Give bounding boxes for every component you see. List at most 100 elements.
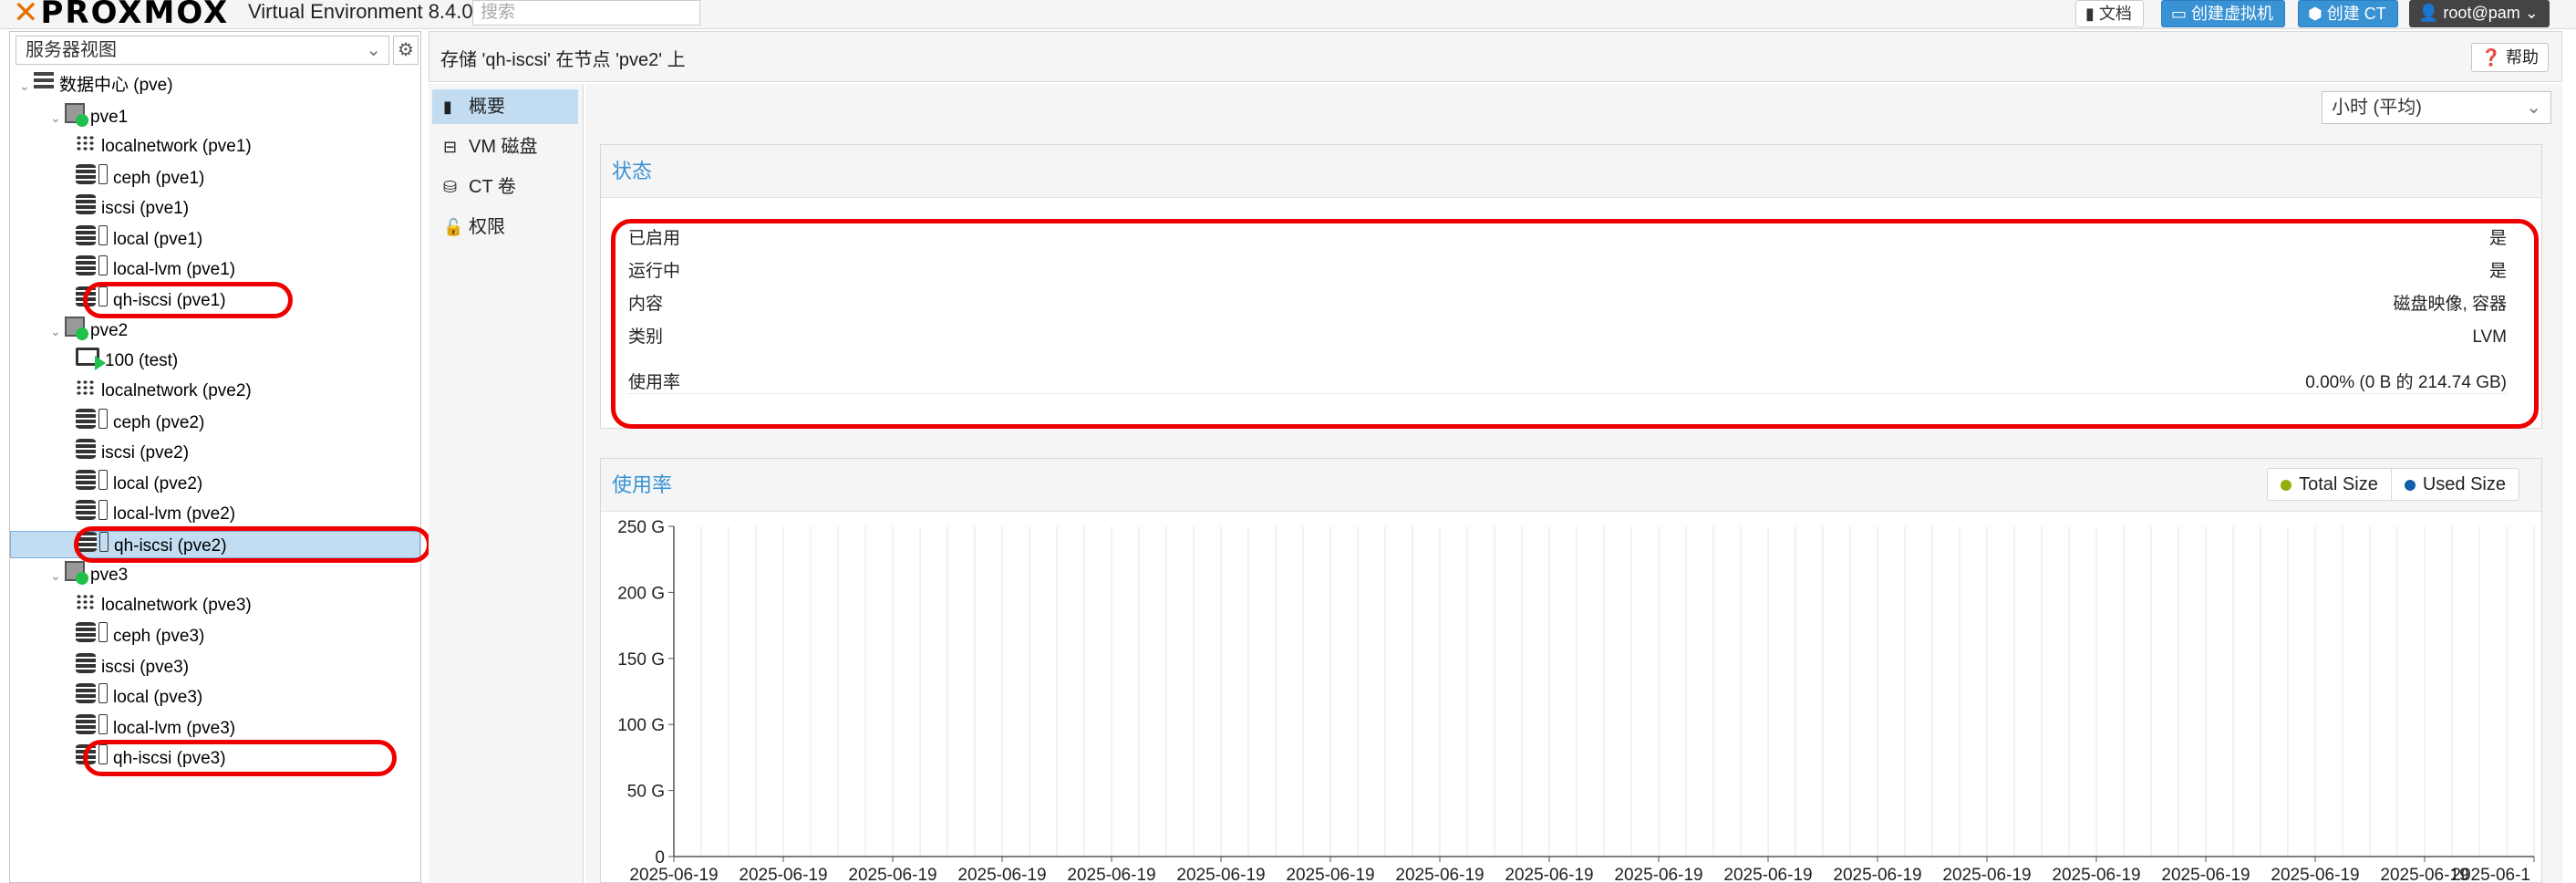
tree-item[interactable]: local (pve3)	[10, 683, 420, 711]
tree-item-label: iscsi (pve3)	[101, 657, 190, 677]
chevron-down-icon[interactable]: ⌄	[50, 317, 65, 345]
storage-icon	[76, 194, 96, 223]
x-tick-label: 2025-06-1	[2451, 866, 2530, 882]
cube-icon: ⬢	[2308, 5, 2327, 23]
tree-item[interactable]: local-lvm (pve2)	[10, 500, 420, 527]
y-tick-label: 100 G	[617, 716, 665, 735]
gear-icon[interactable]: ⚙	[393, 36, 419, 65]
annotation-oval	[83, 740, 397, 776]
x-tick-label: 2025-06-19	[1505, 866, 1593, 882]
breadcrumb: 存储 'qh-iscsi' 在节点 'pve2' 上	[440, 50, 686, 70]
network-icon	[76, 592, 96, 619]
nav-item[interactable]: ⛁ CT 卷	[432, 170, 578, 204]
tree-item-label: iscsi (pve2)	[101, 443, 190, 463]
disk-icon: ⊟	[443, 138, 458, 156]
tree-item-label: localnetwork (pve2)	[101, 381, 252, 401]
storage-icon	[76, 652, 96, 682]
legend-used-label: Used Size	[2422, 474, 2506, 494]
tree-item[interactable]: local-lvm (pve3)	[10, 713, 420, 743]
chevron-down-icon: ⌄	[2524, 4, 2539, 22]
x-tick-label: 2025-06-19	[1067, 866, 1155, 882]
tree-item-label: pve3	[90, 566, 129, 586]
main-content: 小时 (平均) ⌄ 状态 已启用是运行中是内容 磁盘映像, 容器 类别 LVM 使用率 0.…	[585, 84, 2562, 883]
nav-item[interactable]: 🔓 权限	[432, 210, 578, 244]
chevron-down-icon[interactable]: ⌄	[50, 562, 65, 589]
tree-item-label: ceph (pve2)	[113, 412, 205, 432]
ct-volume-icon: ⛁	[443, 178, 458, 196]
legend-used-size[interactable]: Used Size	[2390, 469, 2519, 500]
tree-item-label: localnetwork (pve1)	[101, 137, 252, 157]
x-tick-label: 2025-06-19	[739, 866, 827, 882]
vm-running-icon	[76, 347, 106, 375]
storage-icon	[76, 439, 96, 468]
version-label: Virtual Environment 8.4.0	[248, 0, 473, 23]
user-icon: 👤	[2418, 4, 2444, 22]
tree-item[interactable]: ceph (pve2)	[10, 408, 420, 436]
docs-button[interactable]: ▮ 文档	[2075, 0, 2144, 27]
help-button[interactable]: ❓ 帮助	[2470, 43, 2549, 72]
x-tick-label: 2025-06-19	[2161, 866, 2250, 882]
legend-total-size[interactable]: Total Size	[2268, 469, 2391, 500]
tree-item[interactable]: localnetwork (pve3)	[10, 592, 420, 619]
create-ct-button[interactable]: ⬢ 创建 CT	[2298, 0, 2398, 27]
tree-item[interactable]: ⌄ pve3	[10, 561, 420, 588]
node-online-icon	[65, 317, 88, 346]
search-input[interactable]: 搜索	[472, 0, 700, 26]
tree-item-label: local (pve3)	[113, 688, 203, 708]
create-vm-button[interactable]: ▭ 创建虚拟机	[2161, 0, 2286, 27]
tree-item[interactable]: 100 (test)	[10, 347, 420, 375]
x-icon: ✕	[13, 0, 41, 31]
tree-item[interactable]: iscsi (pve3)	[10, 652, 420, 682]
tree-item[interactable]: ceph (pve3)	[10, 622, 420, 649]
tree-item[interactable]: local (pve2)	[10, 469, 420, 497]
tree-item[interactable]: local-lvm (pve1)	[10, 255, 420, 283]
tree-item[interactable]: ceph (pve1)	[10, 163, 420, 192]
chevron-down-icon: ⌄	[366, 40, 381, 60]
tree-item[interactable]: localnetwork (pve2)	[10, 378, 420, 405]
tree-item-label: localnetwork (pve3)	[101, 595, 252, 615]
datacenter-icon	[34, 72, 54, 99]
tree-item[interactable]: ⌄ pve2	[10, 317, 420, 344]
book-icon: ▮	[2085, 5, 2099, 23]
proxmox-logo[interactable]: ✕PROXMOX	[13, 0, 229, 31]
x-tick-label: 2025-06-19	[1942, 866, 2031, 882]
chevron-down-icon[interactable]: ⌄	[19, 72, 34, 99]
x-tick-label: 2025-06-19	[1176, 866, 1265, 882]
tree-item[interactable]: ⌄ 数据中心 (pve)	[10, 72, 420, 99]
tree-item[interactable]: localnetwork (pve1)	[10, 133, 420, 161]
timeframe-select[interactable]: 小时 (平均) ⌄	[2322, 91, 2551, 124]
tree-item-label: ceph (pve1)	[113, 168, 205, 188]
x-tick-label: 2025-06-19	[1723, 866, 1812, 882]
annotation-oval	[83, 281, 293, 318]
chevron-down-icon: ⌄	[2526, 98, 2541, 118]
legend-dot-used	[2404, 479, 2416, 491]
nav-item[interactable]: ▮ 概要	[432, 89, 578, 124]
usage-title: 使用率	[601, 459, 2541, 512]
tree-item-label: pve1	[90, 107, 129, 127]
tree-item-label: pve2	[90, 321, 129, 341]
create-vm-label: 创建虚拟机	[2191, 5, 2274, 23]
view-selector[interactable]: 服务器视图 ⌄	[16, 36, 389, 65]
tree-item[interactable]: local (pve1)	[10, 224, 420, 253]
nav-item-label: VM 磁盘	[469, 137, 538, 157]
chevron-down-icon[interactable]: ⌄	[50, 104, 65, 131]
tree-item-label: local-lvm (pve3)	[113, 718, 236, 738]
storage-shared-icon	[76, 713, 108, 743]
top-header: ✕PROXMOX Virtual Environment 8.4.0 搜索 ▮ …	[0, 0, 2576, 31]
y-tick-label: 0	[655, 848, 665, 867]
storage-nav: ▮ 概要 ⊟ VM 磁盘 ⛁ CT 卷 🔓 权限	[429, 84, 584, 883]
nav-item-label: CT 卷	[469, 177, 516, 197]
status-title: 状态	[601, 145, 2541, 198]
x-tick-label: 2025-06-19	[1395, 866, 1484, 882]
view-selector-value: 服务器视图	[26, 40, 117, 60]
tree-item-label: local (pve2)	[113, 473, 203, 493]
legend-total-label: Total Size	[2299, 474, 2378, 494]
tree-item[interactable]: iscsi (pve2)	[10, 439, 420, 466]
nav-item-label: 权限	[469, 217, 505, 237]
x-tick-label: 2025-06-19	[2052, 866, 2140, 882]
tree-item[interactable]: iscsi (pve1)	[10, 194, 420, 222]
create-ct-label: 创建 CT	[2326, 5, 2386, 23]
user-menu-button[interactable]: 👤 root@pam ⌄	[2409, 0, 2550, 27]
nav-item[interactable]: ⊟ VM 磁盘	[432, 130, 578, 164]
tree-item[interactable]: ⌄ pve1	[10, 102, 420, 131]
